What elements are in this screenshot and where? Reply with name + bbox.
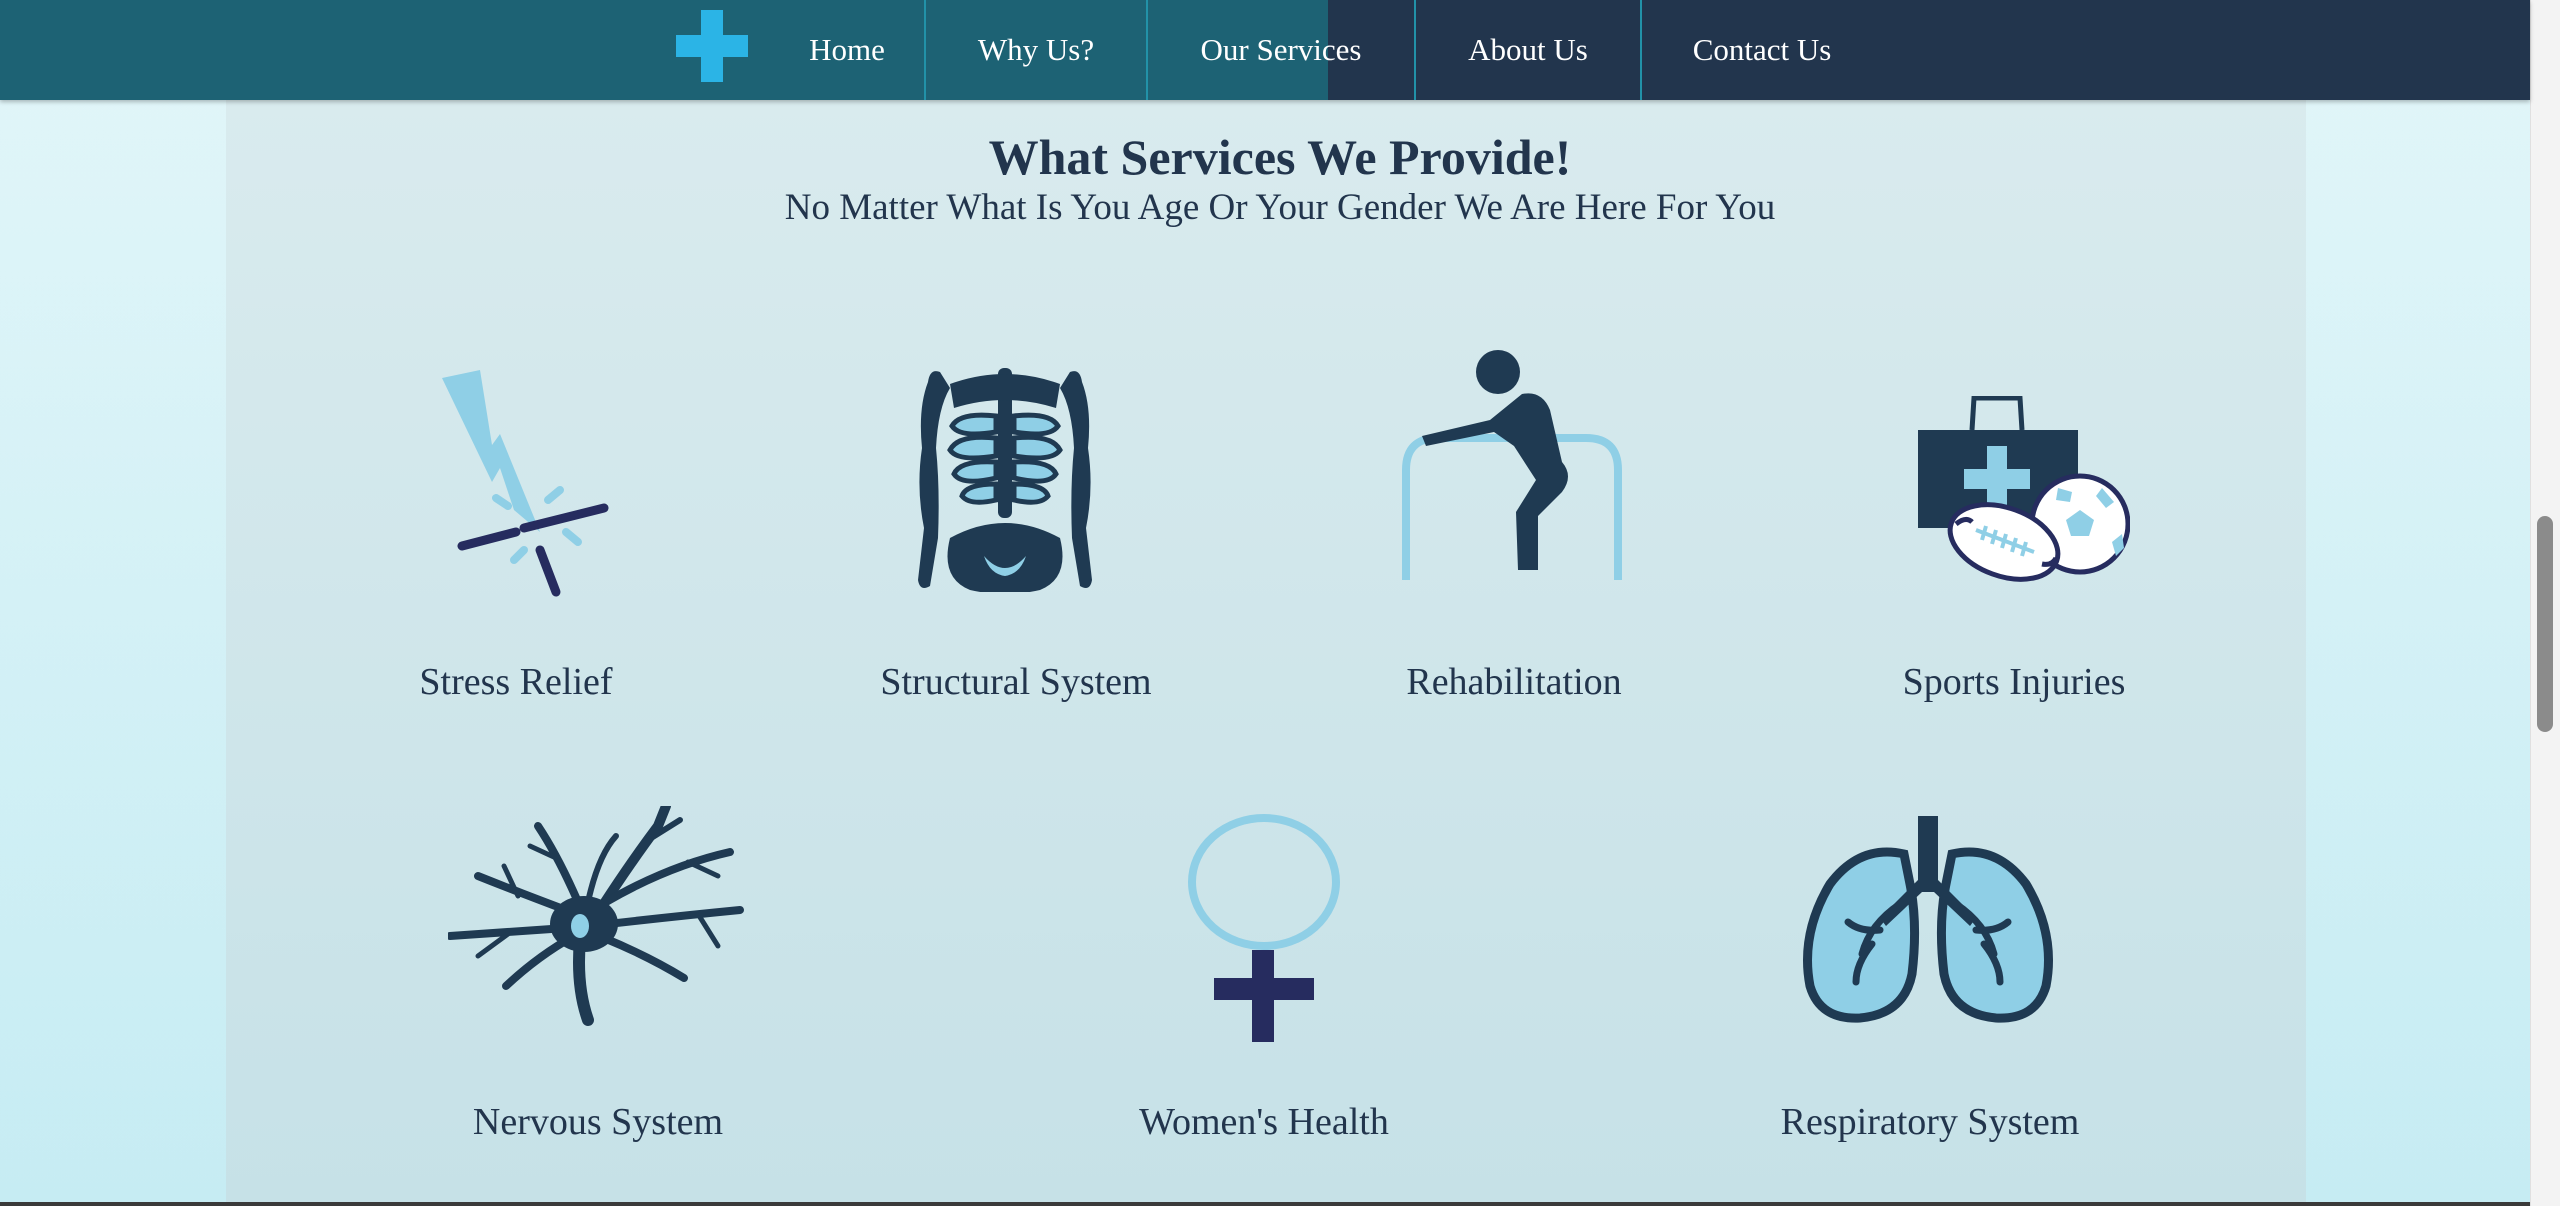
- neuron-icon: [448, 806, 744, 1026]
- female-symbol-icon: [1188, 814, 1340, 1042]
- nav-home-link[interactable]: Home: [770, 0, 924, 100]
- lightning-bolt-icon: [442, 370, 609, 597]
- section-subtitle: No Matter What Is You Age Or Your Gender…: [784, 187, 1776, 228]
- scrollbar-thumb[interactable]: [2537, 516, 2553, 732]
- nav-our-services-link[interactable]: Our Services: [1148, 0, 1414, 100]
- nav-why-us-link[interactable]: Why Us?: [926, 0, 1146, 100]
- service-label-sports-injuries: Sports Injuries: [1902, 661, 2126, 703]
- top-navbar: Home Why Us? Our Services About Us Conta…: [0, 0, 2530, 100]
- service-label-nervous-system: Nervous System: [472, 1101, 724, 1143]
- first-aid-kit-balls-icon: [1918, 396, 2130, 582]
- service-label-womens-health: Women's Health: [1139, 1101, 1389, 1143]
- lungs-icon: [1803, 816, 2053, 1023]
- medical-cross-logo-icon[interactable]: [676, 10, 748, 82]
- page-scrollbar[interactable]: [2530, 0, 2560, 1206]
- service-label-rehabilitation: Rehabilitation: [1406, 661, 1622, 703]
- service-label-respiratory-system: Respiratory System: [1780, 1101, 2080, 1143]
- walker-person-icon: [1402, 350, 1622, 580]
- service-label-stress-relief: Stress Relief: [419, 661, 613, 703]
- service-label-structural-system: Structural System: [880, 661, 1152, 703]
- window-bottom-edge: [0, 1202, 2530, 1206]
- section-title: What Services We Provide!: [988, 129, 1572, 185]
- skeleton-icon: [918, 368, 1092, 592]
- nav-about-us-link[interactable]: About Us: [1416, 0, 1640, 100]
- nav-contact-us-link[interactable]: Contact Us: [1642, 0, 1882, 100]
